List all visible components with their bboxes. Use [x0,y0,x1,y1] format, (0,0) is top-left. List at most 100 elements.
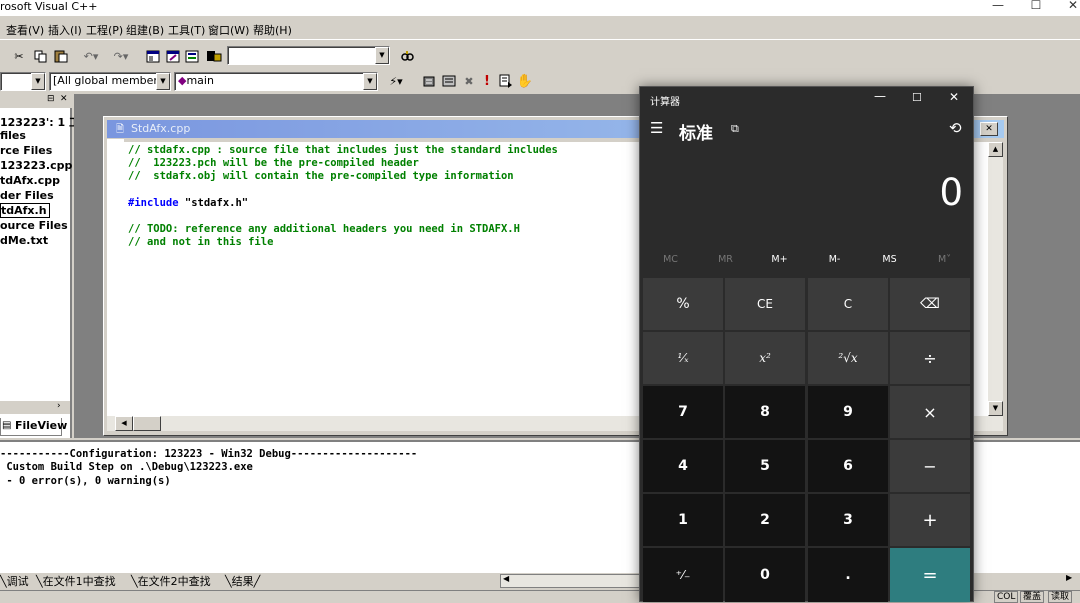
tree-item[interactable]: rce Files [0,144,52,157]
menu-insert[interactable]: 插入(I) [48,22,82,38]
reciprocal-button[interactable]: ¹⁄ₓ [643,332,723,384]
output-horizontal-scrollbar[interactable]: ◀ [500,574,640,588]
square-root-button[interactable]: ²√x [808,332,888,384]
memory-recall-button[interactable]: MR [698,254,753,265]
scroll-right-icon[interactable]: › [57,401,61,411]
chevron-down-icon[interactable]: ▼ [363,73,377,90]
multiply-button[interactable]: × [890,386,970,438]
memory-clear-button[interactable]: MC [643,254,698,265]
tab-results[interactable]: ╲结果╱ [225,573,260,589]
subtract-button[interactable]: − [890,440,970,492]
output-window-icon[interactable] [164,47,182,65]
digit-6-button[interactable]: 6 [808,440,888,492]
execute-icon[interactable]: ! [478,72,496,90]
scroll-up-icon[interactable]: ▲ [988,142,1003,157]
compile-icon[interactable] [420,72,438,90]
build-icon[interactable] [440,72,458,90]
memory-add-button[interactable]: M+ [752,254,807,265]
decimal-button[interactable]: . [808,548,888,602]
keep-on-top-icon[interactable]: ⧉ [731,122,739,136]
search-icon[interactable] [398,47,416,65]
equals-button[interactable]: = [890,548,970,602]
tree-item[interactable]: der Files [0,189,54,202]
tab-find-in-files-1[interactable]: ╲在文件1中查找 [36,573,116,589]
close-button[interactable]: ✕ [1050,0,1080,15]
scroll-down-icon[interactable]: ▼ [988,401,1003,416]
negate-button[interactable]: ⁺⁄₋ [643,548,723,602]
wizard-action-icon[interactable]: ⚡▾ [382,72,410,90]
menu-view[interactable]: 查看(V) [6,22,44,38]
chevron-down-icon[interactable]: ▼ [156,73,170,90]
square-button[interactable]: x² [725,332,805,384]
editor-vertical-scrollbar[interactable]: ▲ ▼ [988,142,1003,416]
clear-entry-button[interactable]: CE [725,278,805,330]
menu-project[interactable]: 工程(P) [86,22,123,38]
tree-item[interactable]: ource Files [0,219,68,232]
breakpoint-hand-icon[interactable]: ✋ [516,72,534,90]
scroll-thumb[interactable] [133,416,161,431]
dock-icon[interactable]: ⊟ [47,94,55,104]
hamburger-menu-icon[interactable]: ☰ [650,119,663,137]
menu-window[interactable]: 窗口(W) [208,22,249,38]
paste-icon[interactable] [52,47,70,65]
history-icon[interactable]: ⟲ [949,119,962,137]
tree-item[interactable]: dMe.txt [0,234,48,247]
chevron-down-icon[interactable]: ▼ [31,73,45,90]
digit-5-button[interactable]: 5 [725,440,805,492]
editor-title: StdAfx.cpp [131,122,191,135]
menu-tools[interactable]: 工具(T) [168,22,205,38]
standard-toolbar: ✂ ↶▾ ↷▾ ▼ [0,43,420,69]
cut-icon[interactable]: ✂ [10,47,28,65]
divide-button[interactable]: ÷ [890,332,970,384]
calc-close-button[interactable]: ✕ [949,90,959,104]
tab-fileview[interactable]: ▤ FileView [0,418,67,436]
class-combo[interactable]: ▼ [0,72,46,91]
workspace-icon[interactable] [144,47,162,65]
tab-debug[interactable]: ╲调试 [0,573,29,589]
clear-button[interactable]: C [808,278,888,330]
menu-bar: 查看(V) 插入(I) 工程(P) 组建(B) 工具(T) 窗口(W) 帮助(H… [0,18,1080,40]
find-combo[interactable]: ▼ [227,46,390,65]
digit-2-button[interactable]: 2 [725,494,805,546]
memory-list-button[interactable]: M˅ [917,254,972,265]
tree-item[interactable]: files [0,129,26,142]
go-icon[interactable] [497,72,515,90]
undo-icon[interactable]: ↶▾ [78,47,104,65]
digit-9-button[interactable]: 9 [808,386,888,438]
add-button[interactable]: + [890,494,970,546]
digit-1-button[interactable]: 1 [643,494,723,546]
tree-item[interactable]: 123223.cpp [0,159,72,172]
window-list-icon[interactable] [183,47,201,65]
backspace-button[interactable]: ⌫ [890,278,970,330]
calc-minimize-button[interactable]: — [874,89,886,103]
members-combo[interactable]: [All global members ▼ [49,72,171,91]
status-overwrite: 覆盖 [1020,591,1045,603]
close-icon[interactable]: ✕ [60,94,68,104]
tree-item[interactable]: tdAfx.cpp [0,174,60,187]
calc-maximize-button[interactable]: ☐ [912,91,922,104]
scroll-left-icon[interactable]: ◀ [503,574,509,583]
scroll-right-icon[interactable]: ▶ [1066,573,1072,582]
stop-build-icon[interactable]: ✖ [460,72,478,90]
copy-icon[interactable] [31,47,49,65]
memory-subtract-button[interactable]: M- [807,254,862,265]
percent-button[interactable]: % [643,278,723,330]
digit-0-button[interactable]: 0 [725,548,805,602]
memory-store-button[interactable]: MS [862,254,917,265]
digit-3-button[interactable]: 3 [808,494,888,546]
scroll-left-icon[interactable]: ◀ [115,416,133,431]
horizontal-scrollbar[interactable]: › [0,400,70,414]
tree-item[interactable]: 123223': 1 工 [0,114,80,130]
find-in-files-icon[interactable] [205,47,223,65]
digit-7-button[interactable]: 7 [643,386,723,438]
editor-close-button[interactable]: ✕ [980,122,998,136]
chevron-down-icon[interactable]: ▼ [375,47,389,64]
menu-build[interactable]: 组建(B) [126,22,164,38]
digit-4-button[interactable]: 4 [643,440,723,492]
tree-item-selected[interactable]: tdAfx.h [0,203,50,218]
function-combo[interactable]: ◆main ▼ [174,72,378,91]
tab-find-in-files-2[interactable]: ╲在文件2中查找 [131,573,211,589]
digit-8-button[interactable]: 8 [725,386,805,438]
menu-help[interactable]: 帮助(H) [253,22,292,38]
redo-icon[interactable]: ↷▾ [108,47,134,65]
